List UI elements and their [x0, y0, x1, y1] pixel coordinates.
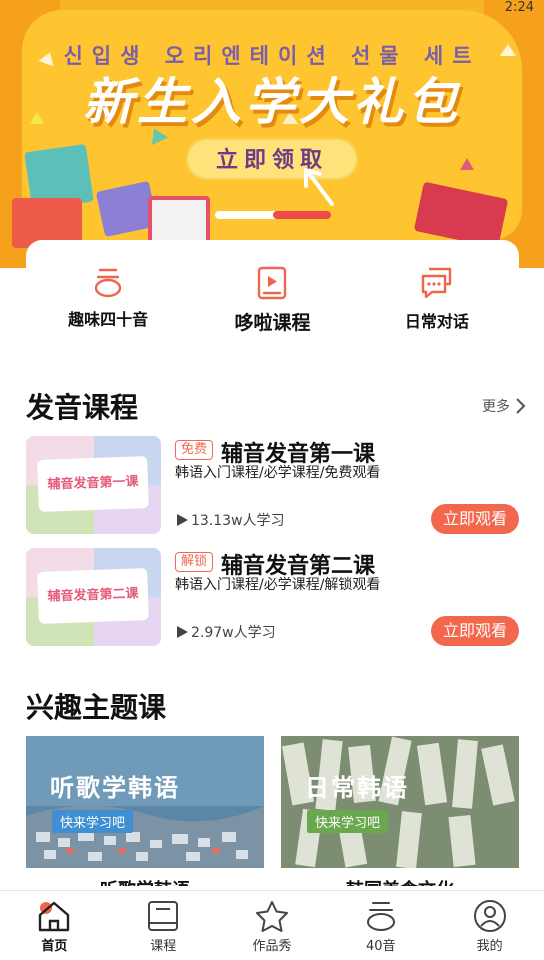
- video-course-icon: [258, 266, 287, 300]
- nav-label: 首页: [41, 939, 68, 954]
- category-label: 趣味四十音: [68, 310, 149, 329]
- course-row[interactable]: 辅音发音第一课 免费 辅音发音第一课 韩语入门课程/必学课程/免费观看 13.1…: [26, 436, 519, 534]
- category-item-courses[interactable]: 哆啦课程: [190, 240, 354, 350]
- theme-caption: 韩国美食文化: [281, 876, 519, 886]
- nav-showcase[interactable]: 作品秀: [218, 891, 327, 960]
- category-card: 趣味四十音 哆啦课程 日常对话: [26, 240, 519, 350]
- course-thumbnail: 辅音发音第二课: [26, 548, 161, 646]
- play-icon: [177, 514, 188, 526]
- thumbnail-label: 辅音发音第二课: [37, 568, 149, 624]
- theme-tag: 快来学习吧: [52, 810, 134, 833]
- nav-home[interactable]: 首页: [0, 891, 109, 960]
- nav-40-sounds[interactable]: 40音: [326, 891, 435, 960]
- status-time: 2:24: [504, 0, 534, 15]
- section-title-themes: 兴趣主题课: [26, 691, 167, 724]
- theme-card[interactable]: 日常韩语 快来学习吧 韩国美食文化: [281, 736, 519, 886]
- theme-title: 听歌学韩语: [50, 774, 180, 802]
- theme-card[interactable]: 听歌学韩语 快来学习吧 听歌学韩语: [26, 736, 264, 886]
- category-item-pronunciation[interactable]: 趣味四十音: [26, 240, 190, 350]
- chevron-right-icon: [516, 398, 526, 414]
- confetti-triangle: [460, 158, 474, 170]
- course-subtitle: 韩语入门课程/必学课程/解锁观看: [175, 577, 381, 593]
- course-subtitle: 韩语入门课程/必学课程/免费观看: [175, 465, 381, 481]
- play-icon: [177, 626, 188, 638]
- theme-tag: 快来学习吧: [307, 810, 389, 833]
- section-title-pronunciation: 发音课程: [26, 391, 139, 424]
- bottom-navigation: 首页 课程 作品秀 40音 我的: [0, 890, 544, 960]
- book-icon: [148, 901, 179, 931]
- theme-title: 日常韩语: [305, 774, 409, 802]
- course-thumbnail: 辅音发音第一课: [26, 436, 161, 534]
- pronunciation-icon: [366, 902, 395, 931]
- home-icon: [39, 901, 70, 932]
- category-label: 日常对话: [404, 312, 469, 331]
- category-label: 哆啦课程: [234, 312, 311, 334]
- chat-bubbles-icon: [421, 267, 452, 299]
- promo-banner[interactable]: 신입생 오리엔테이션 선물 세트 新生入学大礼包 立即领取: [0, 0, 544, 268]
- more-link[interactable]: 更多: [482, 396, 526, 416]
- course-views: 13.13w人学习: [175, 510, 285, 530]
- profile-icon: [473, 900, 506, 932]
- banner-title: 新生入学大礼包: [83, 73, 461, 131]
- cursor-arrow-icon: [304, 168, 334, 206]
- nav-label: 40音: [366, 939, 396, 954]
- unlock-badge: 解锁: [175, 552, 214, 572]
- gift-box-white: [148, 196, 210, 244]
- nav-label: 我的: [476, 939, 503, 954]
- watch-now-button[interactable]: 立即观看: [431, 504, 519, 534]
- theme-caption: 听歌学韩语: [26, 876, 264, 886]
- banner-pager: [215, 211, 331, 219]
- banner-pager-indicator: [273, 211, 331, 219]
- thumbnail-label: 辅音发音第一课: [37, 456, 149, 512]
- watch-now-button[interactable]: 立即观看: [431, 616, 519, 646]
- views-count: 2.97w人学习: [191, 625, 276, 641]
- free-badge: 免费: [175, 440, 214, 460]
- nav-courses[interactable]: 课程: [109, 891, 218, 960]
- nav-label: 课程: [150, 939, 177, 954]
- pronunciation-icon: [94, 268, 122, 298]
- nav-profile[interactable]: 我的: [435, 891, 544, 960]
- nav-label: 作品秀: [252, 939, 292, 954]
- course-views: 2.97w人学习: [175, 622, 276, 642]
- more-label: 更多: [482, 399, 510, 415]
- views-count: 13.13w人学习: [191, 513, 285, 529]
- star-icon: [255, 901, 288, 932]
- category-item-dialogue[interactable]: 日常对话: [355, 240, 519, 350]
- course-row[interactable]: 辅音发音第二课 解锁 辅音发音第二课 韩语入门课程/必学课程/解锁观看 2.97…: [26, 548, 519, 646]
- status-bar: 2:24: [505, 0, 534, 15]
